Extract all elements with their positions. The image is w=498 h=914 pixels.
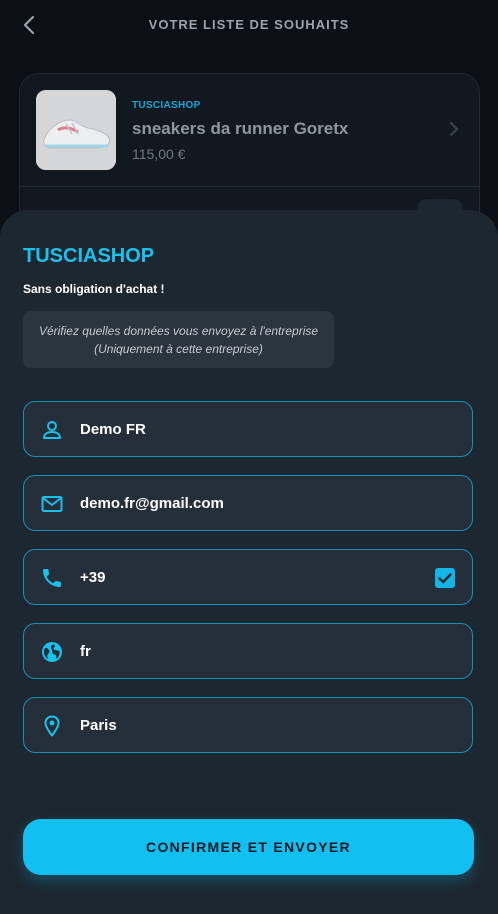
location-pin-icon — [44, 715, 60, 737]
mail-icon — [41, 496, 63, 512]
data-notice: Vérifiez quelles données vous envoyez à … — [23, 311, 334, 368]
name-field[interactable]: Demo FR — [23, 401, 473, 457]
card-divider — [20, 186, 479, 187]
phone-consent-checkbox[interactable] — [435, 568, 455, 588]
phone-icon — [43, 569, 61, 587]
city-value: Paris — [80, 717, 117, 734]
product-image — [36, 90, 116, 170]
phone-field[interactable]: +39 — [23, 549, 473, 605]
phone-value: +39 — [80, 569, 106, 586]
language-field[interactable]: fr — [23, 623, 473, 679]
name-value: Demo FR — [80, 421, 146, 438]
email-value: demo.fr@gmail.com — [80, 495, 224, 512]
globe-icon — [42, 642, 62, 662]
notice-line-2: (Uniquement à cette entreprise) — [94, 341, 263, 356]
no-obligation-text: Sans obligation d'achat ! — [23, 282, 165, 296]
person-icon — [43, 421, 61, 439]
checkmark-icon — [438, 573, 452, 584]
page-title: VOTRE LISTE DE SOUHAITS — [148, 17, 350, 32]
product-price: 115,00 € — [132, 146, 186, 162]
confirm-and-send-button[interactable]: CONFIRMER ET ENVOYER — [23, 819, 474, 875]
contact-bottom-sheet: TUSCIASHOP Sans obligation d'achat ! Vér… — [0, 210, 498, 914]
email-field[interactable]: demo.fr@gmail.com — [23, 475, 473, 531]
city-field[interactable]: Paris — [23, 697, 473, 753]
language-value: fr — [80, 643, 91, 660]
notice-line-1: Vérifiez quelles données vous envoyez à … — [38, 323, 319, 338]
chevron-right-icon — [450, 122, 459, 136]
shop-name: TUSCIASHOP — [23, 245, 155, 267]
top-bar: VOTRE LISTE DE SOUHAITS — [0, 0, 498, 52]
product-brand: TUSCIASHOP — [132, 100, 201, 111]
product-name: sneakers da runner Goretx — [132, 119, 349, 138]
